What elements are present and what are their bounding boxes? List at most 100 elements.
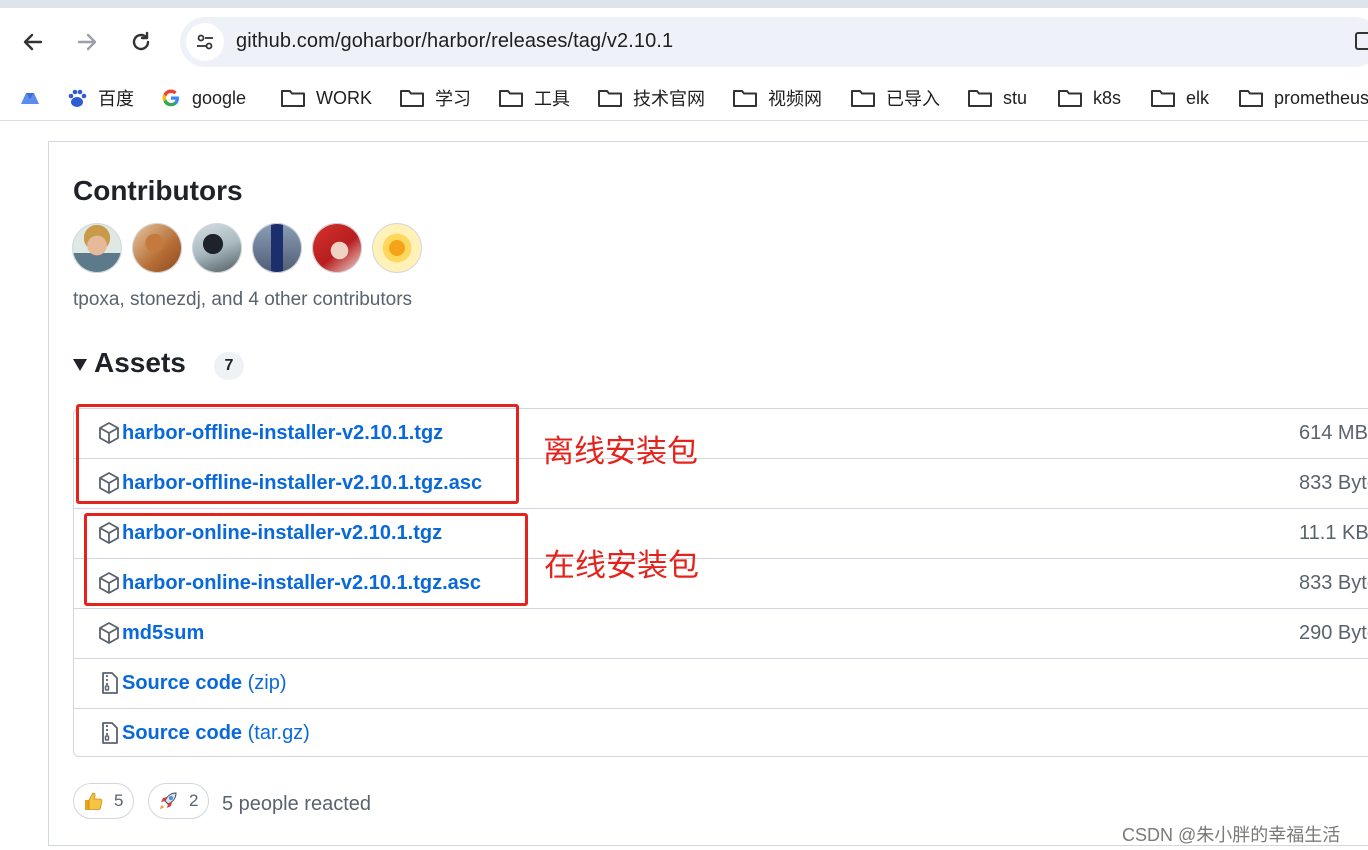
watermark: CSDN @朱小胖的幸福生活 bbox=[1122, 825, 1341, 845]
asset-name: harbor-offline-installer-v2.10.1.tgz bbox=[122, 422, 444, 444]
bookmark-baidu[interactable]: 百度 bbox=[66, 86, 134, 110]
bookmark-folder-imported[interactable]: 已导入 bbox=[850, 86, 940, 110]
avatar[interactable] bbox=[312, 223, 362, 273]
google-g-icon bbox=[162, 89, 179, 107]
asset-link[interactable]: harbor-offline-installer-v2.10.1.tgz.asc bbox=[122, 472, 482, 495]
asset-name: harbor-offline-installer-v2.10.1.tgz.asc bbox=[122, 472, 483, 494]
forward-button[interactable] bbox=[75, 30, 99, 54]
asset-row: harbor-online-installer-v2.10.1.tgz 11.1 … bbox=[74, 509, 1368, 559]
asset-link[interactable]: harbor-online-installer-v2.10.1.tgz bbox=[122, 522, 442, 545]
bookmark-cloud[interactable] bbox=[18, 86, 52, 110]
release-card-border bbox=[48, 141, 1368, 142]
folder-icon bbox=[1151, 90, 1175, 107]
assets-toggle[interactable]: Assets bbox=[73, 347, 186, 379]
bookmark-label: 已导入 bbox=[886, 89, 940, 109]
contributors-heading: Contributors bbox=[73, 175, 243, 206]
bookmark-label: 学习 bbox=[435, 89, 471, 109]
asset-size: 290 Bytes bbox=[1299, 622, 1368, 644]
bookmark-label: google bbox=[192, 87, 247, 108]
contributor-avatars bbox=[72, 223, 422, 273]
address-bar[interactable]: github.com/goharbor/harbor/releases/tag/… bbox=[180, 17, 1368, 67]
package-icon bbox=[98, 621, 120, 645]
folder-icon bbox=[733, 90, 757, 107]
avatar[interactable] bbox=[72, 223, 122, 273]
folder-icon bbox=[1058, 90, 1082, 107]
asset-row: Source code (tar.gz) bbox=[74, 709, 1368, 759]
bookmark-label: 视频网 bbox=[768, 89, 822, 109]
avatar[interactable] bbox=[372, 223, 422, 273]
contributors-summary: tpoxa, stonezdj, and 4 other contributor… bbox=[73, 289, 413, 310]
asset-row: Source code (zip) bbox=[74, 659, 1368, 709]
avatar[interactable] bbox=[252, 223, 302, 273]
bookmark-folder-tools[interactable]: 工具 bbox=[498, 86, 570, 110]
asset-row: harbor-online-installer-v2.10.1.tgz.asc 8… bbox=[74, 559, 1368, 609]
bookmark-label: stu bbox=[1003, 87, 1028, 108]
bookmark-folder-work[interactable]: WORK bbox=[280, 86, 372, 110]
release-card-border bbox=[48, 141, 49, 846]
folder-icon bbox=[968, 90, 992, 107]
asset-name: Source code bbox=[122, 672, 243, 694]
browser-tab-strip bbox=[0, 0, 1368, 8]
asset-format: (zip) bbox=[247, 672, 287, 694]
asset-name: Source code bbox=[122, 722, 243, 744]
offline-annotation: 离线安装包 bbox=[543, 434, 698, 470]
cloud-icon bbox=[21, 93, 39, 104]
asset-row: harbor-offline-installer-v2.10.1.tgz 614 … bbox=[74, 409, 1368, 459]
reaction-thumbs-up[interactable]: 5 bbox=[73, 783, 135, 819]
asset-size: 11.1 KB bbox=[1299, 522, 1368, 544]
bookmark-folder-elk[interactable]: elk bbox=[1150, 86, 1209, 110]
asset-name: harbor-online-installer-v2.10.1.tgz.asc bbox=[122, 572, 481, 594]
rocket-count: 2 bbox=[189, 791, 199, 810]
asset-link[interactable]: harbor-offline-installer-v2.10.1.tgz bbox=[122, 422, 443, 445]
back-button[interactable] bbox=[21, 30, 45, 54]
asset-link[interactable]: Source code (zip) bbox=[122, 672, 287, 695]
rocket-icon bbox=[160, 792, 177, 809]
package-icon bbox=[98, 421, 120, 445]
bookmark-label: elk bbox=[1186, 87, 1210, 108]
asset-name: harbor-online-installer-v2.10.1.tgz bbox=[122, 522, 443, 544]
tune-icon bbox=[197, 34, 213, 50]
bookmark-folder-study[interactable]: 学习 bbox=[399, 86, 471, 110]
asset-link[interactable]: Source code (tar.gz) bbox=[122, 722, 310, 745]
asset-link[interactable]: harbor-online-installer-v2.10.1.tgz.asc bbox=[122, 572, 481, 595]
asset-row: harbor-offline-installer-v2.10.1.tgz.asc… bbox=[74, 459, 1368, 509]
arrow-right-icon bbox=[77, 33, 97, 51]
file-zip-icon bbox=[98, 721, 120, 745]
asset-size: 614 MB bbox=[1299, 422, 1368, 444]
online-annotation: 在线安装包 bbox=[544, 548, 699, 584]
folder-icon bbox=[598, 90, 622, 107]
site-info-button[interactable] bbox=[186, 23, 224, 61]
asset-row: md5sum 290 Bytes bbox=[74, 609, 1368, 659]
arrow-left-icon bbox=[23, 33, 43, 51]
asset-size: 833 Bytes bbox=[1299, 572, 1368, 594]
bookmark-folder-tech[interactable]: 技术官网 bbox=[597, 86, 705, 110]
asset-link[interactable]: md5sum bbox=[122, 622, 204, 645]
cast-icon[interactable] bbox=[1355, 32, 1368, 50]
url-text[interactable]: github.com/goharbor/harbor/releases/tag/… bbox=[236, 30, 673, 53]
reload-icon bbox=[132, 31, 150, 51]
avatar[interactable] bbox=[132, 223, 182, 273]
package-icon bbox=[98, 571, 120, 595]
bookmark-folder-stu[interactable]: stu bbox=[967, 86, 1027, 110]
bookmark-folder-video[interactable]: 视频网 bbox=[732, 86, 822, 110]
thumbs-up-count: 5 bbox=[114, 791, 124, 810]
folder-icon bbox=[499, 90, 523, 107]
asset-size: 833 Bytes bbox=[1299, 472, 1368, 494]
bookmarks-bar: 百度 google WORK 学习 工具 技术官网 视频网 已导入 stu k8… bbox=[0, 76, 1368, 121]
baidu-paw-icon bbox=[68, 89, 87, 107]
folder-icon bbox=[851, 90, 875, 107]
bookmark-label: k8s bbox=[1093, 87, 1122, 108]
folder-icon bbox=[281, 90, 305, 107]
browser-toolbar: github.com/goharbor/harbor/releases/tag/… bbox=[0, 8, 1368, 76]
package-icon bbox=[98, 521, 120, 545]
avatar[interactable] bbox=[192, 223, 242, 273]
bookmark-label: prometheus bbox=[1274, 87, 1368, 108]
reaction-rocket[interactable]: 2 bbox=[148, 783, 210, 819]
bookmark-folder-k8s[interactable]: k8s bbox=[1057, 86, 1121, 110]
bookmark-label: WORK bbox=[316, 87, 372, 108]
bookmark-google[interactable]: google bbox=[160, 86, 246, 110]
reload-button[interactable] bbox=[129, 30, 153, 54]
bookmark-label: 技术官网 bbox=[633, 89, 705, 109]
bookmark-folder-prometheus[interactable]: prometheus bbox=[1238, 86, 1368, 110]
bookmark-label: 百度 bbox=[98, 89, 134, 109]
